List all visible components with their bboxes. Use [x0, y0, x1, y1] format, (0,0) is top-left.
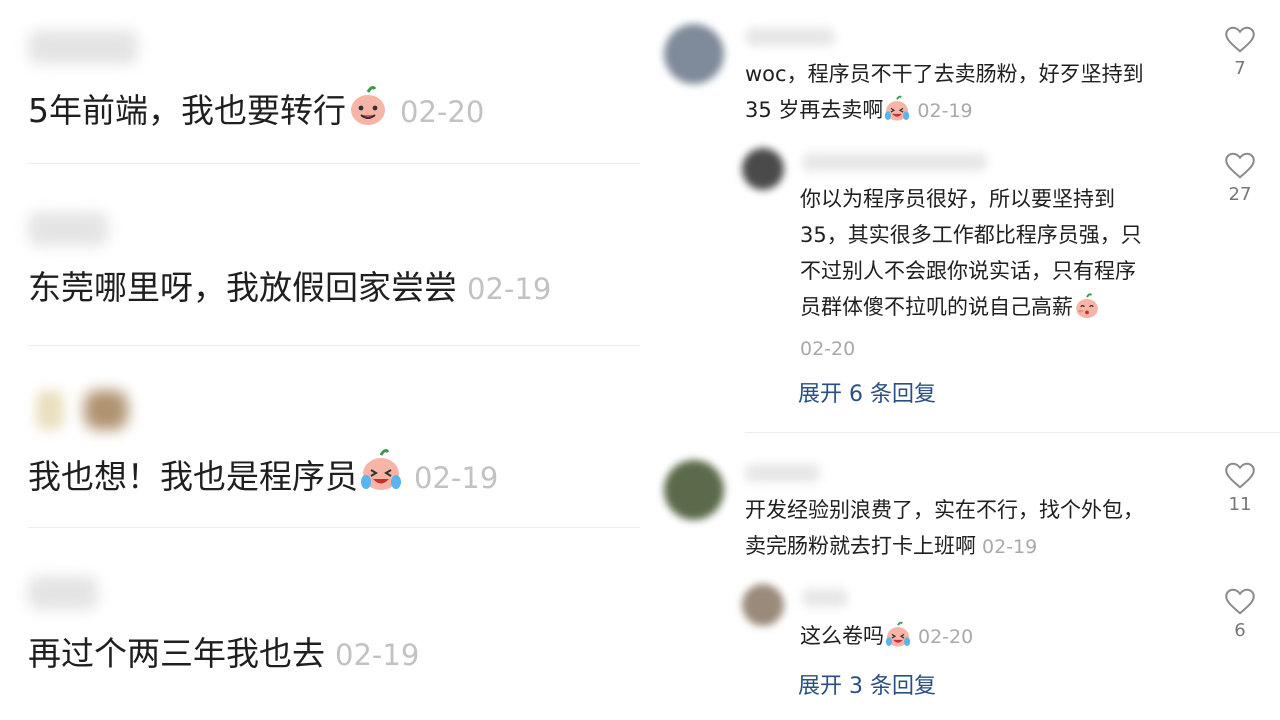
comment-date: 02-19 — [982, 536, 1038, 558]
like-count: 7 — [1234, 58, 1246, 79]
reply-text-line: 你以为程序员很好，所以要坚持到 — [800, 187, 1115, 211]
expand-replies-link[interactable]: 展开 3 条回复 — [798, 668, 936, 700]
expand-replies-link[interactable]: 展开 6 条回复 — [798, 376, 936, 408]
comment-date: 02-19 — [335, 638, 420, 672]
smile-emoji-icon — [346, 84, 390, 139]
comment-text: 开发经验别浪费了，实在不行，找个外包， 卖完肠粉就去打卡上班啊 02-19 — [745, 492, 1205, 565]
reply-text: 这么卷吗 02-20 — [800, 618, 1220, 660]
comment-text: 5年前端，我也要转行 — [28, 91, 346, 130]
comment-text: 我也想！我也是程序员 — [28, 457, 358, 496]
reply-text-tail: 这么卷吗 — [800, 624, 884, 648]
laugh-cry-emoji-icon — [884, 621, 912, 660]
comment-text-tail: 35 岁再去卖啊 — [745, 98, 884, 122]
blurred-username — [802, 589, 848, 607]
comment-text: woc，程序员不干了去卖肠粉，好歹坚持到 35 岁再去卖啊 02-19 — [745, 56, 1205, 134]
comment-item: 东莞哪里呀，我放假回家尝尝 02-19 — [28, 164, 640, 345]
reply-date: 02-20 — [800, 338, 856, 360]
blurred-avatar — [84, 390, 128, 430]
reply-text: 你以为程序员很好，所以要坚持到 35，其实很多工作都比程序员强，只 不过别人不会… — [800, 181, 1220, 367]
right-comment-thread: woc，程序员不干了去卖肠粉，好歹坚持到 35 岁再去卖啊 02-19 7 你以为… — [650, 0, 1280, 720]
like-count: 27 — [1228, 184, 1252, 205]
reply-text-line: 员群体傻不拉叽的说自己高薪 — [800, 289, 1220, 331]
heart-icon — [1225, 462, 1255, 489]
comment-text-line: 开发经验别浪费了，实在不行，找个外包， — [745, 498, 1144, 522]
heart-icon — [1225, 26, 1255, 53]
comment-text-line: woc，程序员不干了去卖肠粉，好歹坚持到 — [745, 62, 1144, 86]
like-button[interactable]: 7 — [1210, 26, 1270, 79]
comment-text-line: 35 岁再去卖啊 02-19 — [745, 92, 1205, 134]
left-comment-list: 5年前端，我也要转行 02-20 东莞哪里呀，我放假回家尝尝 02-19 我也想！我… — [0, 0, 650, 720]
reply-text-line: 不过别人不会跟你说实话，只有程序 — [800, 259, 1136, 283]
avatar[interactable] — [664, 24, 724, 84]
divider — [745, 432, 1280, 433]
comment-text-tail: 卖完肠粉就去打卡上班啊 — [745, 534, 976, 558]
avatar[interactable] — [742, 584, 784, 626]
comment-text-row: 5年前端，我也要转行 02-20 — [28, 84, 484, 139]
comment-text-row: 我也想！我也是程序员 02-19 — [28, 448, 498, 505]
comment-date: 02-19 — [414, 461, 499, 495]
reply-text-line: 这么卷吗 02-20 — [800, 618, 1220, 660]
comment-date: 02-19 — [917, 100, 973, 122]
like-count: 11 — [1228, 494, 1252, 515]
shy-emoji-icon — [1073, 292, 1101, 331]
comment-text: 东莞哪里呀，我放假回家尝尝 — [28, 268, 457, 307]
blurred-username — [745, 28, 835, 46]
reply-date: 02-20 — [918, 626, 974, 648]
laugh-cry-emoji-icon — [358, 448, 404, 505]
comment-date: 02-20 — [400, 95, 485, 129]
heart-icon — [1225, 152, 1255, 179]
like-button[interactable]: 6 — [1210, 588, 1270, 641]
reply-text-line: 35，其实很多工作都比程序员强，只 — [800, 223, 1142, 247]
blurred-username — [745, 464, 820, 482]
laugh-cry-emoji-icon — [883, 95, 911, 134]
blurred-username — [802, 153, 987, 171]
blurred-username — [28, 212, 108, 246]
blurred-avatar — [36, 390, 64, 430]
comment-text-line: 卖完肠粉就去打卡上班啊 02-19 — [745, 528, 1205, 565]
comment-item: 我也想！我也是程序员 02-19 — [28, 346, 640, 527]
blurred-username — [28, 576, 98, 610]
comment-text-row: 再过个两三年我也去 02-19 — [28, 632, 419, 677]
blurred-username — [28, 30, 138, 64]
avatar[interactable] — [664, 460, 724, 520]
heart-icon — [1225, 588, 1255, 615]
like-button[interactable]: 27 — [1210, 152, 1270, 205]
comment-item: 5年前端，我也要转行 02-20 — [28, 0, 640, 163]
reply-text-tail: 员群体傻不拉叽的说自己高薪 — [800, 295, 1073, 319]
comment-item: 再过个两三年我也去 02-19 — [28, 528, 640, 720]
avatar[interactable] — [742, 148, 784, 190]
comment-text-row: 东莞哪里呀，我放假回家尝尝 02-19 — [28, 266, 551, 311]
comment-date: 02-19 — [467, 272, 552, 306]
comment-text: 再过个两三年我也去 — [28, 634, 325, 673]
like-count: 6 — [1234, 620, 1246, 641]
like-button[interactable]: 11 — [1210, 462, 1270, 515]
